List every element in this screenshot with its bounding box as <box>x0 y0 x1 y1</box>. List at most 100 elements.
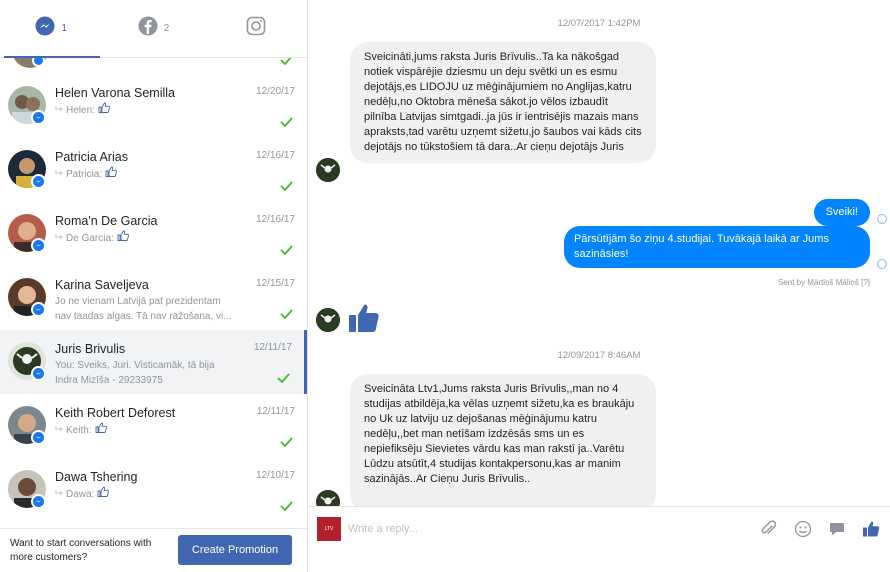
conversation-item[interactable]: Karina Saveljeva 12/15/17 Jo ne vienam L… <box>0 266 307 330</box>
snippet-line: nav taadas algas. Tā nav ražošana, vi... <box>55 311 232 322</box>
reply-arrow-icon <box>55 487 63 502</box>
messenger-badge-icon <box>32 58 45 67</box>
snippet-line: Jo ne vienam Latvijā pat prezidentam <box>55 296 221 307</box>
promotion-banner: Want to start conversations with more cu… <box>0 528 307 572</box>
message-snippet: De Garcia: <box>55 230 255 246</box>
timestamp: 12/09/2017 8:46AM <box>557 350 641 361</box>
conversation-list[interactable]: Helen Varona Semilla 12/20/17 Helen: Pat… <box>0 58 307 528</box>
avatar <box>316 308 340 332</box>
reply-arrow-icon <box>55 423 63 438</box>
reply-arrow-icon <box>55 167 63 182</box>
check-icon <box>280 58 293 70</box>
outgoing-message: Pārsūtījām šo ziņu 4.studijai. Tuvākajā … <box>564 226 870 268</box>
facebook-icon <box>138 16 158 41</box>
messenger-badge-icon <box>31 238 46 253</box>
check-icon <box>280 434 293 452</box>
snippet-text: De Garcia: <box>66 232 114 244</box>
reply-input[interactable] <box>348 519 728 539</box>
contact-name: Dawa Tshering <box>55 470 138 484</box>
outgoing-message: Sveiki! <box>813 199 870 226</box>
avatar <box>316 158 340 182</box>
contact-name: Karina Saveljeva <box>55 278 149 292</box>
messenger-count: 1 <box>61 23 67 34</box>
contact-name: Patricia Arias <box>55 150 128 164</box>
conversation-date: 12/16/17 <box>256 150 295 161</box>
message-snippet: Jo ne vienam Latvijā pat prezidentam nav… <box>55 294 255 324</box>
tab-facebook[interactable]: 2 <box>102 0 204 57</box>
messenger-badge-icon <box>31 110 46 125</box>
conversation-item[interactable]: Helen Varona Semilla 12/20/17 Helen: <box>0 74 307 138</box>
avatar <box>316 490 340 506</box>
attachment-icon[interactable] <box>758 518 780 540</box>
emoji-icon[interactable] <box>792 518 814 540</box>
conversation-date: 12/10/17 <box>256 470 295 481</box>
message-snippet: You: Sveiks, Juri. Visticamāk, tā bija I… <box>55 358 255 388</box>
conversation-sidebar: 1 2 Helen Varona Semilla 12/20/17 Helen:… <box>0 0 308 572</box>
snippet-text: Helen: <box>66 104 95 116</box>
thumbs-up-icon <box>97 486 110 502</box>
conversation-date: 12/15/17 <box>256 278 295 289</box>
check-icon <box>277 370 290 388</box>
snippet-text: Dawa: <box>66 488 95 500</box>
conversation-date: 12/11/17 <box>256 406 295 417</box>
check-icon <box>280 114 293 132</box>
message-thread[interactable]: 12/07/2017 1:42PM Sveicināti,jums raksta… <box>308 0 890 506</box>
thumbs-up-icon <box>105 166 118 182</box>
thumbs-up-sticker-icon <box>348 302 380 339</box>
reply-arrow-icon <box>55 103 63 118</box>
conversation-item-selected[interactable]: Juris Brivulis 12/11/17 You: Sveiks, Jur… <box>0 330 307 394</box>
messenger-icon <box>35 16 55 41</box>
thumbs-up-icon <box>117 230 129 246</box>
snippet-text: Patricia: <box>66 168 103 180</box>
message-snippet: Helen: <box>55 102 255 118</box>
conversation-item[interactable]: Patricia Arias 12/16/17 Patricia: <box>0 138 307 202</box>
thumbs-up-send-icon[interactable] <box>860 518 882 540</box>
thumbs-up-icon <box>95 422 107 438</box>
sent-by-label: Sent by Mārtiņš Māliņš [?] <box>777 278 870 287</box>
message-thread-pane: 12/07/2017 1:42PM Sveicināti,jums raksta… <box>308 0 890 572</box>
check-icon <box>280 498 293 516</box>
messenger-badge-icon <box>31 430 46 445</box>
seen-icon <box>877 259 887 269</box>
reply-composer: LTV <box>308 506 890 572</box>
seen-icon <box>877 214 887 224</box>
page-avatar: LTV <box>317 517 341 541</box>
contact-name: Helen Varona Semilla <box>55 86 175 100</box>
message-snippet: Dawa: <box>55 486 255 502</box>
tab-instagram[interactable] <box>205 0 307 57</box>
contact-name: Roma'n De Garcia <box>55 214 158 228</box>
snippet-line: Indra Mizīša - 29233975 <box>55 375 163 386</box>
messenger-badge-icon <box>31 494 46 509</box>
inbox-tabs: 1 2 <box>0 0 307 58</box>
thumbs-up-icon <box>98 102 110 118</box>
check-icon <box>280 306 293 324</box>
conversation-item[interactable]: Dawa Tshering 12/10/17 Dawa: <box>0 458 307 522</box>
incoming-message: Sveicināta Ltv1,Jums raksta Juris Brīvul… <box>350 374 656 506</box>
message-snippet: Keith: <box>55 422 255 438</box>
instagram-icon <box>246 16 266 41</box>
reply-arrow-icon <box>55 231 63 246</box>
tab-messenger[interactable]: 1 <box>0 0 102 57</box>
messenger-badge-icon <box>31 302 46 317</box>
conversation-date: 12/20/17 <box>256 86 295 97</box>
snippet-text: Keith: <box>66 424 92 436</box>
messenger-badge-icon <box>31 366 46 381</box>
create-promotion-button[interactable]: Create Promotion <box>178 535 292 565</box>
promotion-text: Want to start conversations with more cu… <box>10 538 152 563</box>
conversation-date: 12/16/17 <box>256 214 295 225</box>
contact-name: Keith Robert Deforest <box>55 406 176 420</box>
saved-replies-icon[interactable] <box>826 518 848 540</box>
conversation-item[interactable]: Roma'n De Garcia 12/16/17 De Garcia: <box>0 202 307 266</box>
conversation-date: 12/11/17 <box>253 342 292 353</box>
check-icon <box>280 242 293 260</box>
timestamp: 12/07/2017 1:42PM <box>557 18 641 29</box>
check-icon <box>280 178 293 196</box>
incoming-message: Sveicināti,jums raksta Juris Brīvulis..T… <box>350 42 656 163</box>
message-snippet: Patricia: <box>55 166 255 182</box>
snippet-line: You: Sveiks, Juri. Visticamāk, tā bija <box>55 360 215 371</box>
facebook-count: 2 <box>163 23 170 34</box>
conversation-item[interactable]: Keith Robert Deforest 12/11/17 Keith: <box>0 394 307 458</box>
list-item-partial <box>0 58 307 68</box>
contact-name: Juris Brivulis <box>55 342 126 356</box>
messenger-badge-icon <box>31 174 46 189</box>
